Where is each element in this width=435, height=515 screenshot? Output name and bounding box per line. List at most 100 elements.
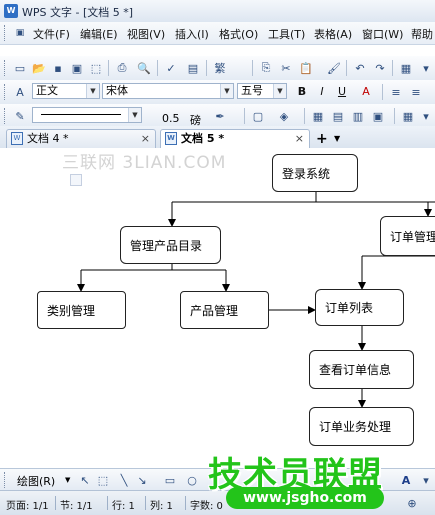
border-icon[interactable]: ▢ <box>250 108 266 124</box>
export-pdf-icon[interactable]: ⬚ <box>88 60 104 76</box>
tab-document-5[interactable]: W 文档 5 * × <box>160 129 310 148</box>
toolbar-grip-icon[interactable] <box>4 84 8 100</box>
status-column[interactable]: 列: 1 <box>150 497 173 512</box>
toolbar-grip-icon[interactable] <box>4 472 8 488</box>
document-menu-icon[interactable]: ▣ <box>12 25 28 41</box>
menu-bar: ▣ 文件(F) 编辑(E) 视图(V) 插入(I) 格式(O) 工具(T) 表格… <box>0 22 435 45</box>
close-icon[interactable]: × <box>141 130 150 147</box>
status-word-count[interactable]: 字数: 0 <box>190 497 223 512</box>
font-color-button[interactable]: A <box>358 84 374 100</box>
cut-icon[interactable]: ✂ <box>278 60 294 76</box>
chevron-down-icon[interactable]: ▼ <box>65 476 70 484</box>
title-bar: W WPS 文字 - [文档 5 *] <box>0 0 435 23</box>
menubar-grip-icon[interactable] <box>4 25 8 41</box>
paste-icon[interactable]: 📋 <box>298 60 314 76</box>
wps-app-icon[interactable]: W <box>4 4 18 18</box>
status-page[interactable]: 页面: 1/1 <box>6 497 49 512</box>
table-insert-icon[interactable]: ▦ <box>398 60 414 76</box>
table-insert-row-icon[interactable]: ▤ <box>330 108 346 124</box>
standard-toolbar: ▭ 📂 ▪ ▣ ⬚ ⎙ 🔍 ✓ ▤ 繁 ⎘ ✂ 📋 🖌 ↶ ↷ ▦ ▾ <box>0 56 435 81</box>
save-as-icon[interactable]: ▣ <box>69 60 85 76</box>
tab-label: 文档 4 * <box>27 132 69 145</box>
ellipse-tool-icon[interactable]: ○ <box>184 472 200 488</box>
spell-check-icon[interactable]: ✓ <box>163 60 179 76</box>
flowchart-node-view-order-info[interactable]: 查看订单信息 <box>309 350 414 389</box>
flowchart-node-login[interactable]: 登录系统 <box>272 154 358 192</box>
site-logo-url: www.jsgho.com <box>226 487 384 509</box>
more-tools-icon[interactable]: ▾ <box>418 472 434 488</box>
close-icon[interactable]: × <box>295 130 304 147</box>
bold-button[interactable]: B <box>294 84 310 100</box>
drawing-menu-button[interactable]: 绘图(R) <box>17 473 55 489</box>
table-grid-icon[interactable]: ▦ <box>310 108 326 124</box>
font-size-select[interactable]: 五号 ▼ <box>237 83 287 99</box>
line-tool-icon[interactable]: ╲ <box>116 472 132 488</box>
new-document-icon[interactable]: ▭ <box>12 60 28 76</box>
font-color-icon[interactable]: A <box>398 472 414 488</box>
fill-color-icon[interactable]: ◈ <box>276 108 292 124</box>
flowchart-node-order-management[interactable]: 订单管理 <box>380 216 435 256</box>
line-color-icon[interactable]: ✒ <box>212 108 228 124</box>
open-folder-icon[interactable]: 📂 <box>31 60 47 76</box>
flowchart-node-product-management[interactable]: 产品管理 <box>180 291 269 329</box>
tab-document-4[interactable]: W 文档 4 * × <box>6 129 156 148</box>
more-tools-icon[interactable]: ▾ <box>418 108 434 124</box>
styles-icon[interactable]: A <box>12 84 28 100</box>
table-split-icon[interactable]: ▥ <box>350 108 366 124</box>
simplified-traditional-icon[interactable]: 繁 <box>212 60 228 76</box>
pencil-icon[interactable]: ✎ <box>12 108 28 124</box>
more-tools-icon[interactable]: ▾ <box>418 60 434 76</box>
align-center-icon[interactable]: ≡ <box>408 84 424 100</box>
arrow-tool-icon[interactable]: ↘ <box>134 472 150 488</box>
tab-list-chevron-down-icon[interactable]: ▼ <box>334 134 340 143</box>
toolbar-grip-icon[interactable] <box>4 108 8 124</box>
formatting-toolbar: A 正文 ▼ 宋体 ▼ 五号 ▼ B I U A ≡ ≡ <box>0 80 435 105</box>
menu-tools[interactable]: 工具(T) <box>268 26 305 42</box>
undo-icon[interactable]: ↶ <box>352 60 368 76</box>
table-merge-icon[interactable]: ▣ <box>370 108 386 124</box>
style-select[interactable]: 正文 ▼ <box>32 83 100 99</box>
font-select[interactable]: 宋体 ▼ <box>102 83 234 99</box>
select-pointer-icon[interactable]: ↖ <box>77 472 93 488</box>
menu-file[interactable]: 文件(F) <box>33 26 70 42</box>
copy-icon[interactable]: ⎘ <box>258 60 274 76</box>
print-preview-icon[interactable]: 🔍 <box>136 60 152 76</box>
page-setup-icon[interactable]: ▤ <box>185 60 201 76</box>
chevron-down-icon[interactable]: ▼ <box>128 108 141 122</box>
menu-help[interactable]: 帮助 <box>411 26 433 42</box>
table-style-icon[interactable]: ▦ <box>400 108 416 124</box>
zoom-icon[interactable]: ⊕ <box>404 495 420 511</box>
align-left-icon[interactable]: ≡ <box>388 84 404 100</box>
chevron-down-icon[interactable]: ▼ <box>273 84 286 98</box>
redo-icon[interactable]: ↷ <box>372 60 388 76</box>
menu-table[interactable]: 表格(A) <box>314 26 352 42</box>
save-icon[interactable]: ▪ <box>50 60 66 76</box>
status-row[interactable]: 行: 1 <box>112 497 135 512</box>
chevron-down-icon[interactable]: ▼ <box>86 84 99 98</box>
chevron-down-icon[interactable]: ▼ <box>220 84 233 98</box>
line-width-value[interactable]: 0.5 <box>162 112 180 125</box>
menu-insert[interactable]: 插入(I) <box>175 26 209 42</box>
flowchart-node-category-management[interactable]: 类别管理 <box>37 291 126 329</box>
menu-window[interactable]: 窗口(W) <box>362 26 403 42</box>
format-painter-icon[interactable]: 🖌 <box>326 60 342 76</box>
autoshapes-icon[interactable]: ⬚ <box>95 472 111 488</box>
toolbar-grip-icon[interactable] <box>4 60 8 76</box>
flowchart-node-order-list[interactable]: 订单列表 <box>315 289 404 326</box>
document-canvas[interactable]: 三联网 3LIAN.COM 登录系统 管理产品目录 订单管理 类别管理 产品管理… <box>0 148 435 468</box>
menu-edit[interactable]: 编辑(E) <box>80 26 118 42</box>
rectangle-tool-icon[interactable]: ▭ <box>162 472 178 488</box>
document-icon: W <box>165 132 177 145</box>
italic-button[interactable]: I <box>314 84 330 100</box>
status-section[interactable]: 节: 1/1 <box>60 497 93 512</box>
new-tab-button[interactable]: + <box>316 131 328 147</box>
menu-format[interactable]: 格式(O) <box>219 26 258 42</box>
flowchart-node-order-processing[interactable]: 订单业务处理 <box>309 407 414 446</box>
line-style-select[interactable]: ▼ <box>32 107 142 123</box>
flowchart-node-manage-catalog[interactable]: 管理产品目录 <box>120 226 221 264</box>
menu-view[interactable]: 视图(V) <box>127 26 165 42</box>
document-tab-bar: W 文档 4 * × W 文档 5 * × + ▼ <box>0 126 435 149</box>
print-icon[interactable]: ⎙ <box>114 60 130 76</box>
document-icon: W <box>11 132 23 145</box>
underline-button[interactable]: U <box>334 84 350 100</box>
